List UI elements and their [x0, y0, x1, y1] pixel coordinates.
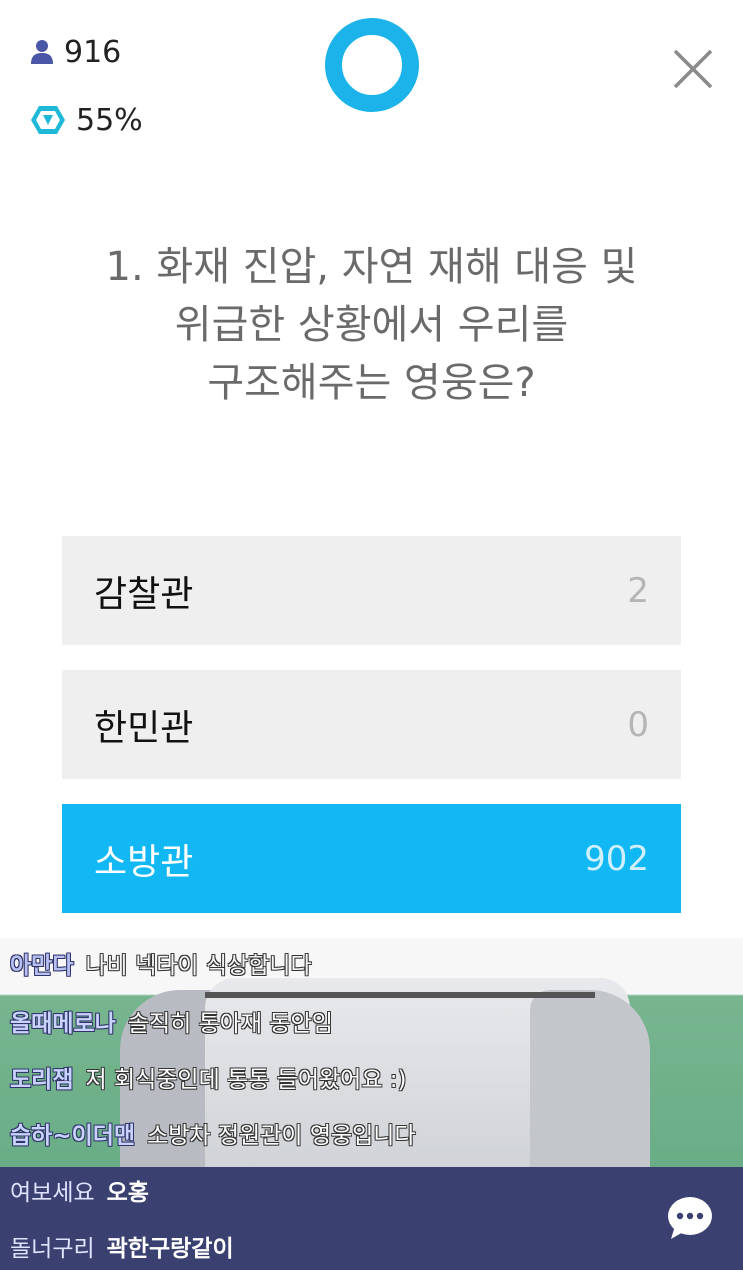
chat-message: 아만다 나비 넥타이 식상합니다 [10, 946, 312, 980]
percent-row: 55% [30, 98, 143, 142]
chat-button[interactable] [667, 1196, 713, 1240]
video-figure-arm [530, 990, 650, 1168]
chat-text: 소방차 정원관이 영웅입니다 [147, 1123, 416, 1149]
answer-count: 0 [627, 704, 649, 745]
chat-username: 여보세요 [10, 1180, 95, 1206]
chat-username: 습하~이더맨 [10, 1123, 136, 1149]
question-line: 위급한 상황에서 우리를 [174, 302, 569, 348]
viewer-count-row: 916 [30, 30, 143, 74]
answer-count: 2 [627, 570, 649, 611]
answer-count: 902 [584, 838, 649, 879]
chat-username: 아만다 [10, 953, 74, 979]
chat-username: 돌너구리 [10, 1236, 95, 1262]
person-icon [31, 40, 53, 64]
hexagon-badge-icon [31, 106, 65, 134]
chat-text: 솔직히 통아재 동안임 [127, 1011, 333, 1037]
viewer-count: 916 [64, 34, 122, 70]
answer-option-1[interactable]: 감찰관 2 [62, 536, 681, 645]
answer-option-3[interactable]: 소방관 902 [62, 804, 681, 913]
chat-username: 올때메로나 [10, 1011, 116, 1037]
chat-message: 도리잼 저 회식중인데 통통 들어왔어요 :) [10, 1060, 407, 1094]
close-icon [673, 49, 713, 89]
chat-message: 올때메로나 솔직히 통아재 동안임 [10, 1004, 333, 1038]
video-figure-belt [205, 992, 595, 998]
close-button[interactable] [668, 44, 718, 94]
stats-panel: 916 55% [30, 30, 143, 166]
question-line: 구조해주는 영웅은? [207, 360, 536, 406]
question-text: 1. 화재 진압, 자연 재해 대응 및 위급한 상황에서 우리를 구조해주는 … [40, 238, 703, 412]
percent-value: 55% [76, 102, 143, 138]
chat-text: 곽한구랑같이 [106, 1236, 234, 1262]
chat-message: 여보세요 오홍 [10, 1173, 149, 1207]
chat-message: 돌너구리 곽한구랑같이 [10, 1229, 234, 1263]
chat-username: 도리잼 [10, 1067, 74, 1093]
chat-text: 나비 넥타이 식상합니다 [85, 953, 312, 979]
question-line: 1. 화재 진압, 자연 재해 대응 및 [105, 244, 638, 290]
answer-option-2[interactable]: 한민관 0 [62, 670, 681, 779]
chat-text: 저 회식중인데 통통 들어왔어요 :) [85, 1067, 407, 1093]
chat-text: 오홍 [106, 1180, 149, 1206]
chat-message: 습하~이더맨 소방차 정원관이 영웅입니다 [10, 1116, 416, 1150]
answer-label: 한민관 [94, 707, 194, 749]
answer-label: 감찰관 [94, 573, 194, 615]
brand-ring-logo [325, 18, 419, 112]
chat-bubble-icon [668, 1197, 712, 1239]
answer-label: 소방관 [94, 841, 194, 883]
